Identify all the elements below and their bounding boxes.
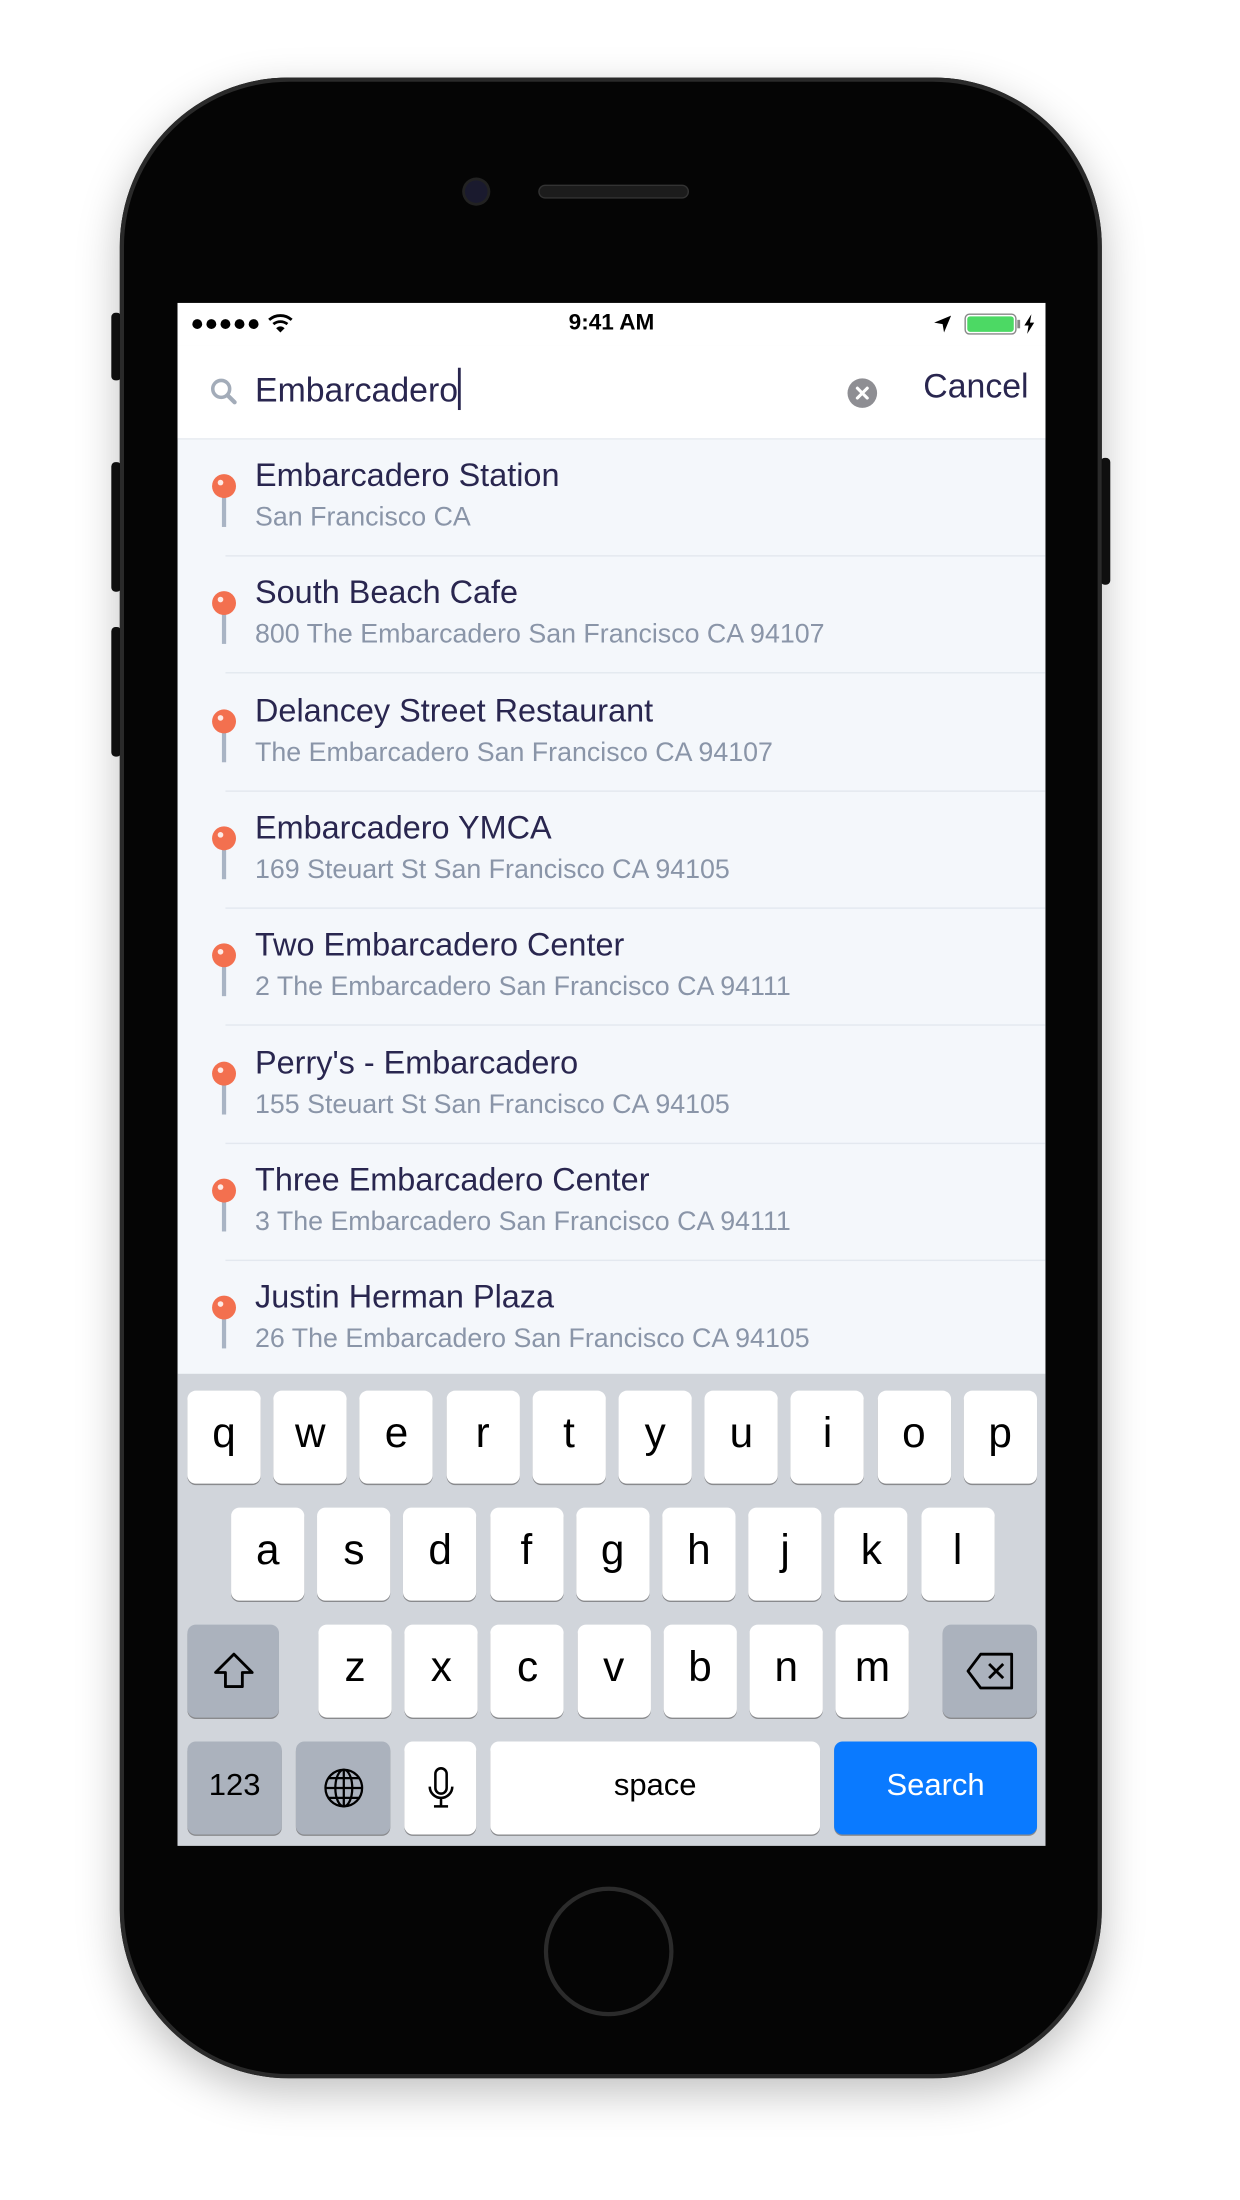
key-v[interactable]: v bbox=[577, 1624, 651, 1718]
map-pin-icon bbox=[212, 474, 237, 527]
result-title: Perry's - Embarcadero bbox=[255, 1043, 579, 1080]
text-caret bbox=[458, 367, 461, 411]
map-pin-icon bbox=[212, 1295, 237, 1349]
key-n[interactable]: n bbox=[749, 1624, 823, 1718]
result-item[interactable]: Justin Herman Plaza 26 The Embarcadero S… bbox=[178, 1261, 1046, 1379]
screen: 9:41 AM Embarcadero Cancel Embarcadero S… bbox=[177, 302, 1046, 1846]
search-icon bbox=[210, 378, 237, 405]
result-title: Embarcadero YMCA bbox=[255, 808, 552, 846]
key-r[interactable]: r bbox=[446, 1390, 520, 1484]
map-pin-icon bbox=[212, 1060, 237, 1114]
key-d[interactable]: d bbox=[403, 1507, 477, 1601]
key-h[interactable]: h bbox=[662, 1507, 736, 1601]
dictation-key[interactable] bbox=[404, 1741, 477, 1835]
key-s[interactable]: s bbox=[317, 1507, 391, 1601]
result-item[interactable]: Delancey Street Restaurant The Embarcade… bbox=[178, 674, 1046, 792]
globe-key[interactable] bbox=[295, 1741, 391, 1835]
result-title: Justin Herman Plaza bbox=[255, 1278, 555, 1315]
earpiece-speaker bbox=[539, 185, 688, 198]
key-z[interactable]: z bbox=[318, 1624, 392, 1718]
key-b[interactable]: b bbox=[663, 1624, 737, 1718]
search-query-text: Embarcadero bbox=[255, 371, 459, 411]
key-g[interactable]: g bbox=[575, 1507, 650, 1601]
key-x[interactable]: x bbox=[404, 1624, 478, 1718]
result-item[interactable]: Two Embarcadero Center 2 The Embarcadero… bbox=[178, 909, 1046, 1027]
clear-icon[interactable] bbox=[847, 378, 878, 409]
search-input[interactable]: Embarcadero bbox=[255, 367, 461, 412]
result-title: South Beach Cafe bbox=[255, 573, 519, 611]
map-pin-icon bbox=[212, 708, 237, 762]
battery-charging-icon bbox=[964, 313, 1035, 335]
key-u[interactable]: u bbox=[704, 1390, 779, 1484]
delete-key[interactable] bbox=[942, 1624, 1038, 1718]
key-f[interactable]: f bbox=[489, 1507, 564, 1601]
result-item[interactable]: Perry's - Embarcadero 155 Steuart St San… bbox=[178, 1026, 1046, 1144]
key-l[interactable]: l bbox=[920, 1507, 995, 1601]
result-address: The Embarcadero San Francisco CA 94107 bbox=[255, 737, 773, 768]
key-q[interactable]: q bbox=[187, 1390, 261, 1484]
status-bar: 9:41 AM bbox=[177, 302, 1046, 346]
result-item[interactable]: Embarcadero Station San Francisco CA bbox=[178, 440, 1046, 557]
globe-icon bbox=[323, 1768, 363, 1808]
cancel-button[interactable]: Cancel bbox=[923, 368, 1028, 407]
map-pin-icon bbox=[212, 1178, 237, 1232]
status-time: 9:41 AM bbox=[568, 311, 655, 336]
result-address: 26 The Embarcadero San Francisco CA 9410… bbox=[255, 1324, 810, 1355]
key-i[interactable]: i bbox=[790, 1390, 865, 1484]
result-item[interactable]: Three Embarcadero Center 3 The Embarcade… bbox=[178, 1144, 1046, 1261]
shift-key[interactable] bbox=[187, 1624, 279, 1718]
key-e[interactable]: e bbox=[359, 1390, 434, 1484]
key-y[interactable]: y bbox=[618, 1390, 692, 1484]
map-pin-icon bbox=[212, 591, 237, 645]
result-title: Delancey Street Restaurant bbox=[255, 691, 654, 728]
key-w[interactable]: w bbox=[273, 1390, 347, 1484]
result-title: Two Embarcadero Center bbox=[255, 925, 625, 963]
result-title: Embarcadero Station bbox=[255, 456, 560, 494]
backspace-icon bbox=[965, 1652, 1013, 1690]
result-address: 169 Steuart St San Francisco CA 94105 bbox=[255, 855, 730, 885]
shift-icon bbox=[213, 1652, 253, 1688]
key-o[interactable]: o bbox=[877, 1390, 951, 1484]
location-arrow-icon bbox=[934, 315, 952, 333]
map-pin-icon bbox=[212, 943, 237, 997]
search-bar: Embarcadero Cancel bbox=[177, 345, 1046, 440]
result-title: Three Embarcadero Center bbox=[255, 1160, 650, 1198]
result-address: 3 The Embarcadero San Francisco CA 94111 bbox=[255, 1207, 791, 1237]
home-button[interactable] bbox=[543, 1886, 674, 2017]
result-item[interactable]: Embarcadero YMCA 169 Steuart St San Fran… bbox=[178, 792, 1046, 909]
key-p[interactable]: p bbox=[963, 1390, 1037, 1484]
microphone-icon bbox=[427, 1767, 453, 1808]
key-a[interactable]: a bbox=[231, 1507, 305, 1601]
result-item[interactable]: South Beach Cafe 800 The Embarcadero San… bbox=[178, 557, 1046, 674]
keyboard: qwertyuiop asdfghjkl zxcvbnm 123 space Sea… bbox=[177, 1373, 1046, 1846]
key-k[interactable]: k bbox=[834, 1507, 908, 1601]
result-address: San Francisco CA bbox=[255, 503, 471, 533]
power-button bbox=[1100, 457, 1111, 585]
result-address: 2 The Embarcadero San Francisco CA 94111 bbox=[255, 972, 791, 1003]
key-m[interactable]: m bbox=[835, 1624, 910, 1718]
search-key[interactable]: Search bbox=[834, 1741, 1038, 1835]
numbers-key[interactable]: 123 bbox=[187, 1741, 282, 1835]
map-pin-icon bbox=[212, 826, 237, 880]
key-c[interactable]: c bbox=[490, 1624, 565, 1718]
result-address: 155 Steuart St San Francisco CA 94105 bbox=[255, 1089, 730, 1120]
front-camera bbox=[464, 180, 488, 203]
space-key[interactable]: space bbox=[490, 1741, 821, 1835]
result-address: 800 The Embarcadero San Francisco CA 941… bbox=[255, 620, 825, 650]
key-t[interactable]: t bbox=[532, 1390, 606, 1484]
key-j[interactable]: j bbox=[748, 1507, 822, 1601]
